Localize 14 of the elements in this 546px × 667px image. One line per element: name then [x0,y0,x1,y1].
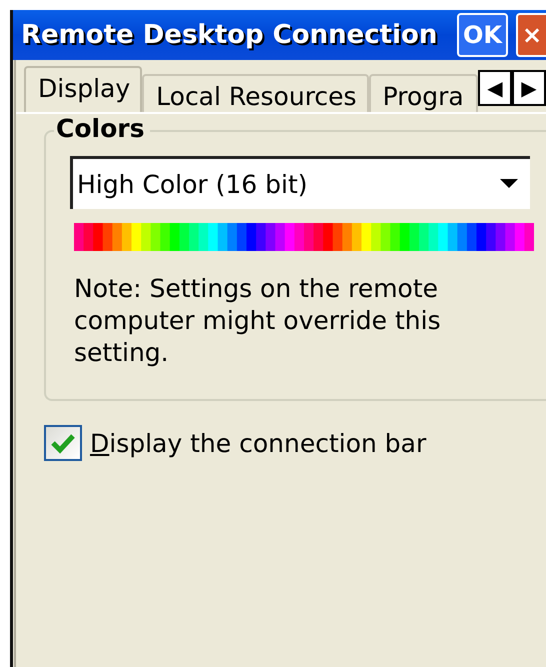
checkbox-label[interactable]: Display the connection bar [90,428,426,458]
tab-scroll-button[interactable]: ▶ [512,70,546,106]
close-button[interactable]: × [516,13,546,57]
window-title: Remote Desktop Connection [20,20,438,50]
checkbox[interactable] [44,425,82,461]
tab[interactable]: Progra [368,74,478,112]
caret-icon [500,179,518,189]
tab-scroll-button[interactable]: ◀ [478,70,512,106]
note-text: Note: Settings on the remote computer might override this setting. [74,273,442,369]
check-icon [50,432,76,454]
color-depth-dropdown[interactable]: High Color (16 bit) [70,156,530,209]
tab[interactable]: Display [24,66,142,112]
tab[interactable]: Local Resources [142,74,369,112]
ok-button[interactable]: OK [457,13,508,57]
